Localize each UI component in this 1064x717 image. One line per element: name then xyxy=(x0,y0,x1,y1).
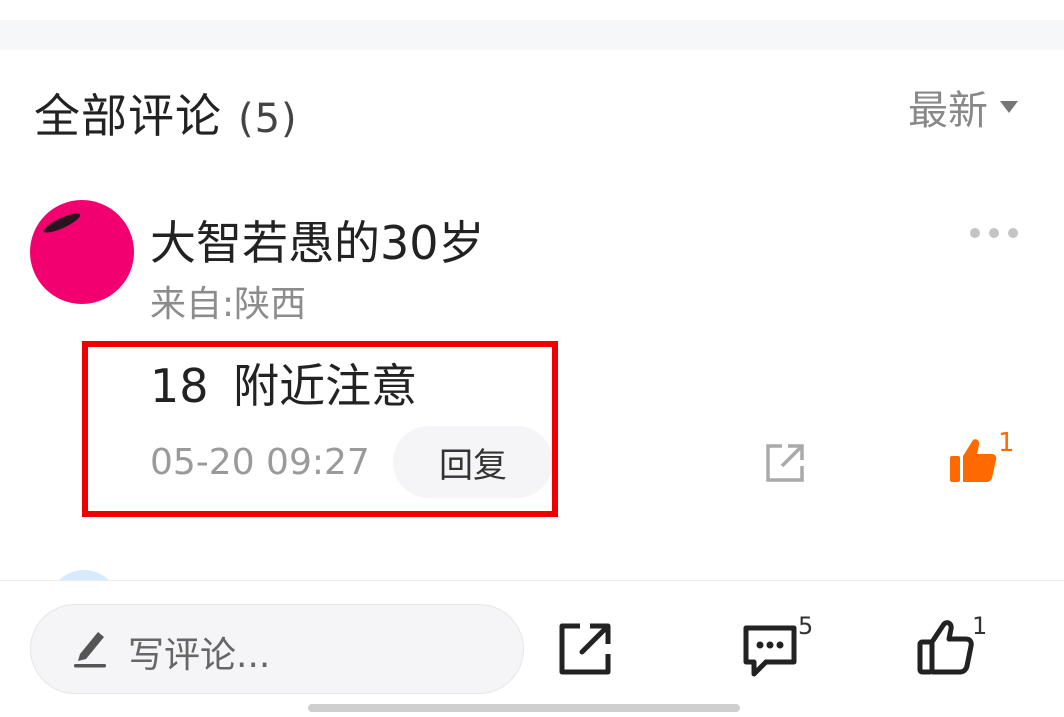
home-indicator[interactable] xyxy=(308,704,740,712)
dot xyxy=(970,228,980,238)
sort-dropdown[interactable]: 最新 xyxy=(908,78,1018,136)
pencil-icon xyxy=(70,624,110,672)
thumbs-up-outline-icon[interactable] xyxy=(916,618,976,680)
share-external-icon[interactable] xyxy=(762,440,808,490)
dot xyxy=(1008,228,1018,238)
dot xyxy=(989,228,999,238)
comment-location: 来自:陕西 xyxy=(150,284,307,325)
more-options-button[interactable] xyxy=(970,228,1018,238)
comment-input-placeholder[interactable]: 写评论... xyxy=(128,626,270,678)
highlight-box xyxy=(82,341,558,517)
avatar[interactable] xyxy=(30,200,134,304)
sort-label: 最新 xyxy=(908,88,988,134)
comments-title: 全部评论 xyxy=(34,89,222,143)
caret-down-icon xyxy=(1000,101,1018,113)
like-count: 1 xyxy=(998,428,1015,458)
share-icon[interactable] xyxy=(556,620,614,682)
top-divider-band xyxy=(0,0,1064,50)
comment-count: 5 xyxy=(798,612,814,640)
comment-bubble-icon[interactable] xyxy=(740,622,800,682)
comments-heading: 全部评论 (5) xyxy=(34,80,298,146)
thumbs-up-filled-icon[interactable] xyxy=(948,436,998,488)
comment-username[interactable]: 大智若愚的30岁 xyxy=(150,207,485,273)
like-count-bottom: 1 xyxy=(972,612,988,640)
comments-count: (5) xyxy=(238,96,298,142)
